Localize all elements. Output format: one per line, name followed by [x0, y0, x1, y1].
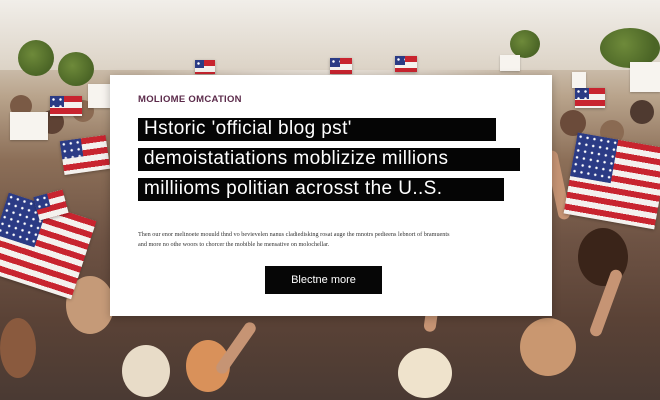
description-line-1: Then our enor melinoete mouuld thnd vo b…	[138, 231, 450, 238]
learn-more-button[interactable]: Blectne more	[265, 266, 382, 294]
blog-post-card: MOLIOME OMCATION Hstoric 'official blog …	[110, 75, 552, 316]
american-flag	[59, 134, 111, 176]
protest-sign	[572, 72, 586, 88]
page: MOLIOME OMCATION Hstoric 'official blog …	[0, 0, 660, 400]
american-flag	[195, 60, 215, 74]
background-tree	[18, 40, 54, 76]
headline-line-1: Hstoric 'official blog pst'	[138, 118, 496, 141]
protest-sign	[10, 112, 48, 140]
card-description: Then our enor melinoete mouuld thnd vo b…	[138, 230, 538, 249]
protest-sign	[88, 84, 110, 108]
headline-line-2: demoistatiations moblizize millions	[138, 148, 520, 171]
crowd-person	[0, 318, 36, 378]
crowd-person	[122, 345, 170, 397]
crowd-person	[520, 318, 576, 376]
card-headline: Hstoric 'official blog pst' demoistatiat…	[138, 118, 538, 208]
background-tree	[58, 52, 94, 86]
protest-sign	[500, 55, 520, 71]
protest-sign	[630, 62, 660, 92]
crowd-head	[560, 110, 586, 136]
american-flag	[330, 58, 352, 74]
american-flag	[395, 56, 417, 72]
background-tree	[510, 30, 540, 58]
description-line-2: and more no othe woors to chorcer the mo…	[138, 240, 330, 248]
american-flag	[575, 88, 605, 108]
crowd-head	[630, 100, 654, 124]
card-eyebrow-label: MOLIOME OMCATION	[138, 94, 242, 105]
headline-line-3: milliioms politian acrosst the U..S.	[138, 178, 504, 201]
crowd-person	[398, 348, 452, 398]
american-flag	[50, 96, 82, 116]
american-flag	[563, 132, 660, 230]
